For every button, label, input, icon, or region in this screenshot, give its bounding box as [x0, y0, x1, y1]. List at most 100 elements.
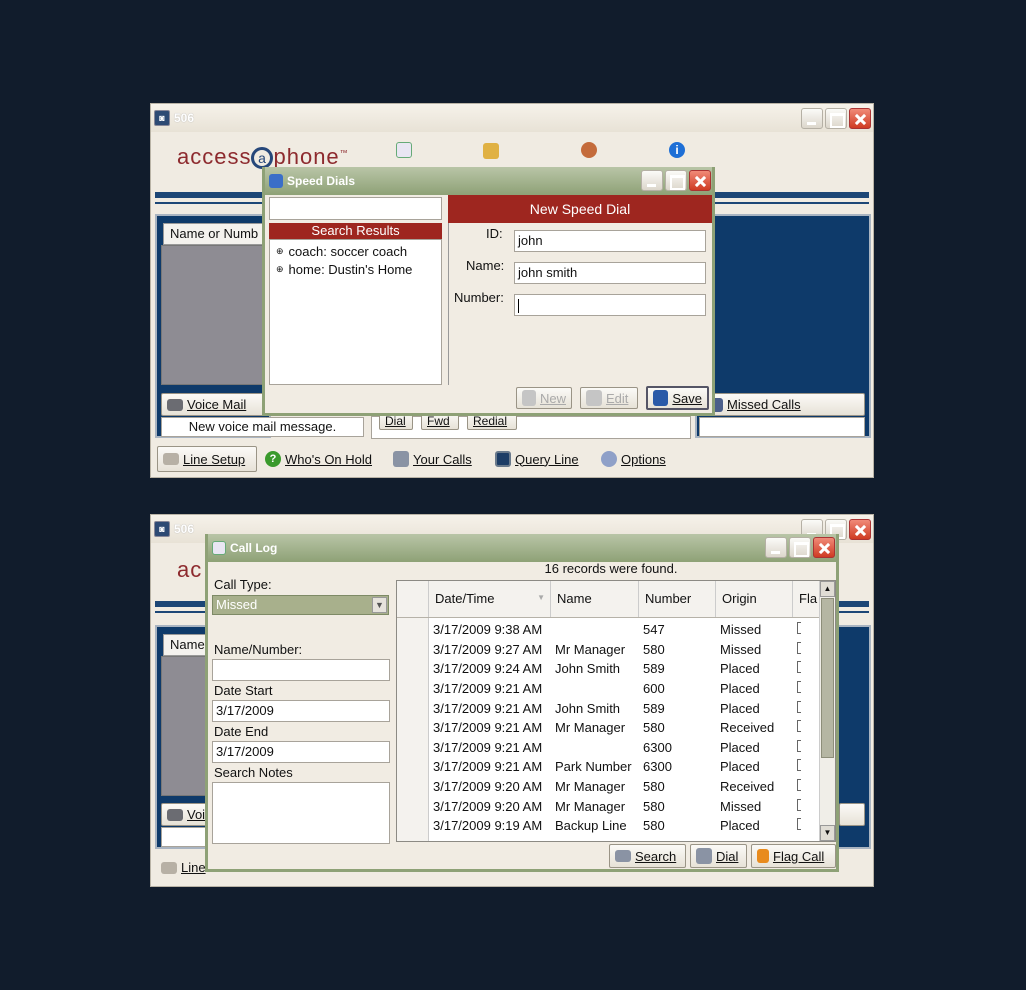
close-button[interactable]: [813, 537, 835, 558]
options-button[interactable]: Options: [601, 451, 666, 467]
flag-checkbox[interactable]: [794, 718, 821, 738]
scroll-thumb[interactable]: [821, 598, 834, 758]
table-cell-origin: Missed: [720, 798, 762, 814]
table-row[interactable]: 3/17/2009 9:21 AM 6300 Placed: [430, 738, 821, 758]
flag-checkbox[interactable]: [794, 757, 821, 777]
flag-checkbox[interactable]: [794, 679, 821, 699]
maximize-button[interactable]: [825, 108, 847, 129]
flag-checkbox[interactable]: [794, 640, 821, 660]
address-book-icon[interactable]: [483, 143, 499, 159]
missed-calls-button[interactable]: Missed Calls: [703, 393, 865, 416]
line-setup-button[interactable]: Line: [161, 860, 206, 875]
close-button[interactable]: [849, 108, 871, 129]
help-icon: ?: [265, 451, 281, 467]
query-line-button[interactable]: Query Line: [495, 451, 579, 467]
search-result-item[interactable]: ⊕ coach: soccer coach: [276, 242, 435, 260]
dial-button[interactable]: Dial: [690, 844, 747, 868]
column-header-origin[interactable]: Origin: [717, 581, 793, 617]
table-row[interactable]: 3/17/2009 9:21 AM Mr Manager 580 Received: [430, 718, 821, 738]
call-type-select[interactable]: Missed ▼: [212, 595, 389, 615]
app-icon: ◙: [154, 110, 170, 126]
table-row[interactable]: 3/17/2009 9:24 AM John Smith 589 Placed: [430, 659, 821, 679]
name-or-number-header[interactable]: Name or Numb: [163, 223, 267, 245]
name-field[interactable]: john smith: [514, 262, 706, 284]
column-header-name[interactable]: Name: [552, 581, 639, 617]
line-setup-button[interactable]: Line Setup: [157, 446, 257, 472]
search-button[interactable]: Search: [609, 844, 686, 868]
table-cell-origin: Placed: [720, 681, 760, 697]
search-notes-field[interactable]: [212, 782, 390, 844]
close-button[interactable]: [689, 170, 711, 191]
close-button[interactable]: [849, 519, 871, 540]
table-row[interactable]: 3/17/2009 9:21 AM Park Number 6300 Placed: [430, 757, 821, 777]
expand-icon[interactable]: ⊕: [276, 264, 284, 275]
column-header-datetime[interactable]: Date/Time ▼: [430, 581, 551, 617]
search-result-item[interactable]: ⊕ home: Dustin's Home: [276, 260, 435, 278]
voice-mail-label: Voice Mail: [187, 397, 247, 412]
vertical-scrollbar[interactable]: ▲ ▼: [819, 581, 835, 841]
date-end-field[interactable]: 3/17/2009: [212, 741, 390, 763]
edit-button[interactable]: Edit: [580, 387, 638, 409]
table-cell-origin: Placed: [720, 759, 760, 775]
grid-header: Date/Time ▼ Name Number Origin Fla: [397, 581, 821, 618]
table-row[interactable]: 3/17/2009 9:21 AM 600 Placed: [430, 679, 821, 699]
missed-calls-button[interactable]: [839, 803, 865, 826]
flag-checkbox[interactable]: [794, 698, 821, 718]
new-button[interactable]: New: [516, 387, 572, 409]
gear-icon: [601, 451, 617, 467]
expand-icon[interactable]: ⊕: [276, 246, 284, 257]
scroll-down-button[interactable]: ▼: [820, 825, 835, 841]
table-row[interactable]: 3/17/2009 9:19 AM Backup Line 580 Placed: [430, 816, 821, 836]
voice-mail-icon: [167, 808, 183, 821]
flag-checkbox[interactable]: [794, 738, 821, 758]
name-number-field[interactable]: [212, 659, 390, 681]
table-row[interactable]: 3/17/2009 9:21 AM John Smith 589 Placed: [430, 698, 821, 718]
flag-checkbox[interactable]: [794, 620, 821, 640]
table-cell-origin: Placed: [720, 661, 760, 677]
call-type-label: Call Type:: [214, 577, 272, 592]
table-row[interactable]: 3/17/2009 9:20 AM Mr Manager 580 Received: [430, 777, 821, 797]
scroll-up-button[interactable]: ▲: [820, 581, 835, 597]
app-icon: ◙: [154, 521, 170, 537]
voice-mail-icon: [167, 398, 183, 411]
table-cell-origin: Received: [720, 779, 775, 795]
id-field[interactable]: john: [514, 230, 706, 252]
new-icon: [522, 390, 536, 406]
table-cell-datetime: 3/17/2009 9:21 AM: [433, 700, 543, 716]
table-row[interactable]: 3/17/2009 9:20 AM Mr Manager 580 Missed: [430, 796, 821, 816]
minimize-button[interactable]: [641, 170, 663, 191]
voice-mail-button[interactable]: Voice Mail: [161, 393, 265, 416]
maximize-button[interactable]: [789, 537, 811, 558]
minimize-button[interactable]: [765, 537, 787, 558]
table-cell-number: 589: [643, 661, 665, 677]
flag-call-button[interactable]: Flag Call: [751, 844, 836, 868]
flag-checkbox[interactable]: [794, 659, 821, 679]
flag-checkbox[interactable]: [794, 777, 821, 797]
maximize-button[interactable]: [665, 170, 687, 191]
table-cell-origin: Placed: [720, 818, 760, 834]
phone-icon: [696, 848, 712, 864]
call-log-dialog: Call Log Call Type: Missed ▼ Name/Number…: [205, 534, 839, 872]
table-cell-datetime: 3/17/2009 9:27 AM: [433, 641, 543, 657]
number-field[interactable]: [514, 294, 706, 316]
flag-checkbox[interactable]: [794, 816, 821, 836]
table-row[interactable]: 3/17/2009 9:27 AM Mr Manager 580 Missed: [430, 640, 821, 660]
save-button[interactable]: Save: [646, 386, 709, 410]
table-cell-name: [552, 738, 640, 758]
edit-icon: [586, 390, 602, 406]
chevron-down-icon[interactable]: ▼: [372, 597, 387, 613]
flag-checkbox[interactable]: [794, 796, 821, 816]
speed-dial-search-input[interactable]: [269, 197, 442, 220]
date-start-field[interactable]: 3/17/2009: [212, 700, 390, 722]
minimize-button[interactable]: [801, 108, 823, 129]
call-log-icon[interactable]: [396, 142, 412, 158]
info-icon[interactable]: i: [669, 142, 685, 158]
whos-on-hold-button[interactable]: ? Who's On Hold: [265, 451, 372, 467]
speed-dial-icon[interactable]: [581, 142, 597, 158]
column-header-number[interactable]: Number: [640, 581, 716, 617]
search-results-header: Search Results: [269, 223, 442, 239]
table-row[interactable]: 3/17/2009 9:38 AM 547 Missed: [430, 620, 821, 640]
call-button-bar: [371, 416, 691, 439]
your-calls-button[interactable]: Your Calls: [393, 451, 472, 467]
accessaphone-logo: ac: [177, 557, 203, 582]
